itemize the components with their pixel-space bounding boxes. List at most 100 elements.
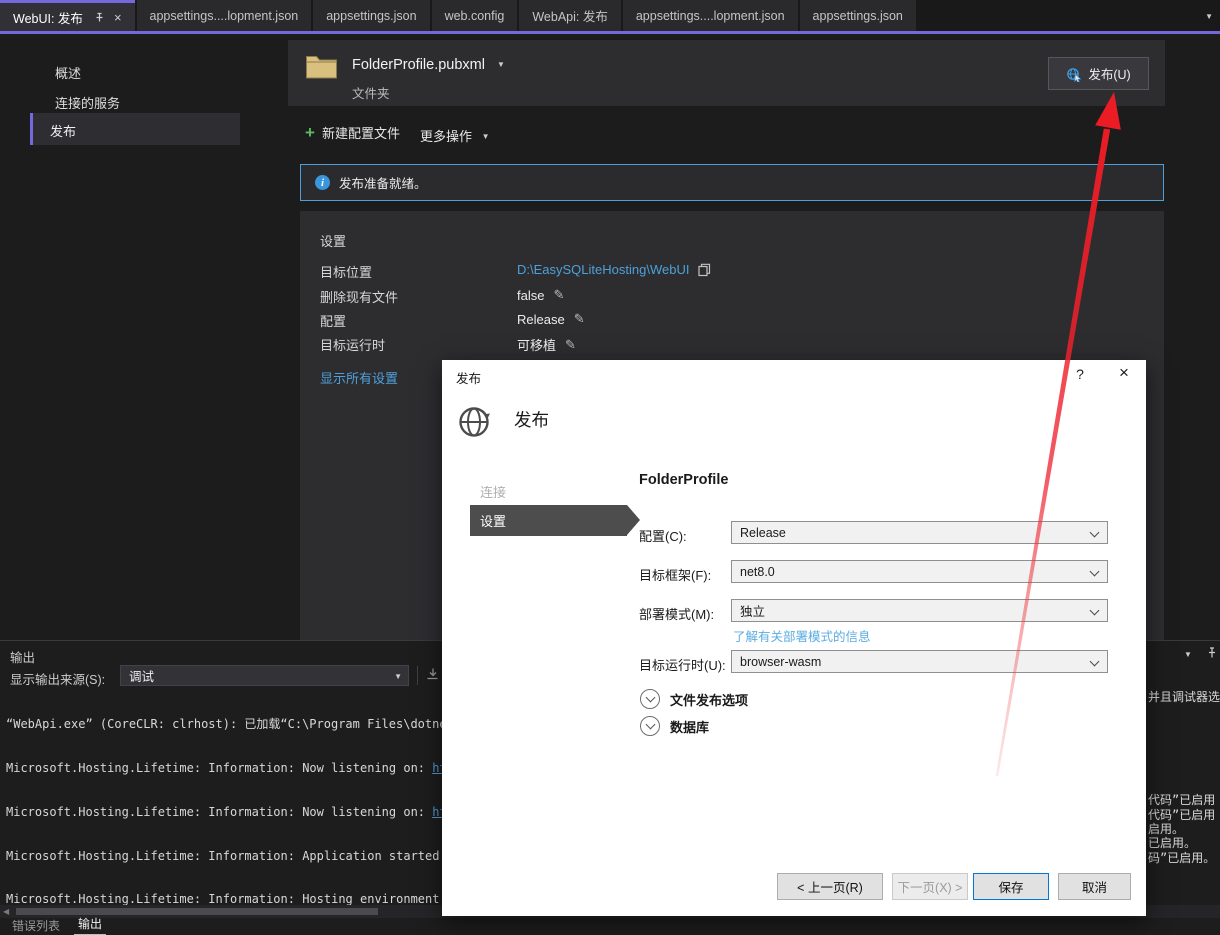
tab-label: appsettings....lopment.json xyxy=(636,9,785,23)
setting-label-configuration: 配置 xyxy=(320,311,346,330)
deployment-mode-info-link[interactable]: 了解有关部署模式的信息 xyxy=(733,626,871,645)
dialog-nav-settings[interactable]: 设置 xyxy=(470,505,627,536)
target-runtime-value: 可移植 xyxy=(517,335,556,354)
dialog-profile-heading: FolderProfile xyxy=(639,472,728,488)
output-source-value: 调试 xyxy=(129,666,154,685)
tab-webapi-publish[interactable]: WebApi: 发布 xyxy=(519,0,621,31)
folder-icon xyxy=(305,53,338,80)
tab-label: appsettings....lopment.json xyxy=(150,9,299,23)
chevron-down-icon: ▼ xyxy=(394,672,402,681)
scroll-left-icon[interactable]: ◀ xyxy=(3,907,9,916)
publish-profile-header: FolderProfile.pubxml ▼ 文件夹 发布(U) xyxy=(288,40,1165,106)
edit-pencil-icon[interactable]: ✎ xyxy=(565,337,576,353)
panel-menu-chevron-icon[interactable]: ▼ xyxy=(1184,650,1192,659)
setting-label-target-runtime: 目标运行时 xyxy=(320,335,385,354)
tab-appsettings-1[interactable]: appsettings.json xyxy=(313,0,429,31)
more-actions-label: 更多操作 xyxy=(420,129,472,144)
copy-icon[interactable] xyxy=(698,263,711,277)
close-icon[interactable]: × xyxy=(114,11,122,24)
visual-studio-window: WebUI: 发布 × appsettings....lopment.json … xyxy=(0,0,1220,935)
configuration-value: Release xyxy=(740,526,786,540)
setting-label-target-location: 目标位置 xyxy=(320,262,372,281)
edit-pencil-icon[interactable]: ✎ xyxy=(553,287,564,303)
profile-type-label: 文件夹 xyxy=(352,83,390,102)
close-icon[interactable]: × xyxy=(1112,363,1136,383)
target-location-link[interactable]: D:\EasySQLiteHosting\WebUI xyxy=(517,262,689,277)
target-framework-value: net8.0 xyxy=(740,565,775,579)
expander-label: 文件发布选项 xyxy=(670,690,748,709)
more-actions-dropdown[interactable]: 更多操作 ▼ xyxy=(420,126,490,145)
sidebar-item-publish-label: 发布 xyxy=(50,121,76,140)
new-profile-label: 新建配置文件 xyxy=(322,123,400,142)
field-label-target-framework: 目标框架(F): xyxy=(639,565,711,584)
tab-output[interactable]: 输出 xyxy=(74,914,106,935)
publish-status-bar: i 发布准备就绪。 xyxy=(300,164,1164,201)
tab-appsettings-development-2[interactable]: appsettings....lopment.json xyxy=(623,0,798,31)
accent-underline xyxy=(0,31,1220,34)
dialog-nav-settings-label: 设置 xyxy=(480,511,506,530)
show-all-settings-link[interactable]: 显示所有设置 xyxy=(320,368,398,387)
delete-existing-value: false xyxy=(517,288,544,303)
expander-label: 数据库 xyxy=(670,717,709,736)
info-icon: i xyxy=(315,175,330,190)
setting-value-target-runtime: 可移植 ✎ xyxy=(517,335,576,354)
save-button[interactable]: 保存 xyxy=(973,873,1049,900)
dialog-nav-connection[interactable]: 连接 xyxy=(480,482,506,501)
tab-webui-publish[interactable]: WebUI: 发布 × xyxy=(0,0,135,31)
tab-appsettings-development-1[interactable]: appsettings....lopment.json xyxy=(137,0,312,31)
profile-name-dropdown[interactable]: FolderProfile.pubxml ▼ xyxy=(352,57,505,73)
configuration-value: Release xyxy=(517,312,565,327)
output-panel-title: 输出 xyxy=(10,647,35,666)
next-page-button[interactable]: 下一页(X) > xyxy=(892,873,968,900)
autoscroll-icon[interactable] xyxy=(425,667,440,682)
target-framework-select[interactable]: net8.0 xyxy=(731,560,1108,583)
chevron-down-icon xyxy=(1090,606,1100,616)
tab-label: appsettings.json xyxy=(813,9,903,23)
publish-button-label: 发布(U) xyxy=(1088,64,1130,83)
sidebar-active-indicator xyxy=(30,113,33,145)
dialog-heading: 发布 xyxy=(514,407,549,432)
document-tab-bar: WebUI: 发布 × appsettings....lopment.json … xyxy=(0,0,1220,31)
field-label-configuration: 配置(C): xyxy=(639,526,687,545)
field-label-deployment-mode: 部署模式(M): xyxy=(639,604,714,623)
cancel-button[interactable]: 取消 xyxy=(1058,873,1131,900)
tab-error-list[interactable]: 错误列表 xyxy=(8,916,64,935)
expander-chevron-icon xyxy=(640,689,660,709)
target-runtime-select[interactable]: browser-wasm xyxy=(731,650,1108,673)
deployment-mode-value: 独立 xyxy=(740,601,765,620)
scrollbar-thumb[interactable] xyxy=(16,908,378,915)
bottom-panel-tabs: 错误列表 输出 xyxy=(0,918,1220,935)
chevron-down-icon xyxy=(1090,567,1100,577)
configuration-select[interactable]: Release xyxy=(731,521,1108,544)
expander-chevron-icon xyxy=(640,716,660,736)
output-source-label: 显示输出来源(S): xyxy=(10,669,105,688)
tab-appsettings-2[interactable]: appsettings.json xyxy=(800,0,916,31)
sidebar-item-overview[interactable]: 概述 xyxy=(55,63,81,82)
new-profile-button[interactable]: + 新建配置文件 xyxy=(305,123,400,142)
tab-web-config[interactable]: web.config xyxy=(432,0,518,31)
console-line-fragment: 并且调试器选 xyxy=(1148,688,1220,705)
previous-page-button[interactable]: < 上一页(R) xyxy=(777,873,883,900)
chevron-down-icon xyxy=(1090,657,1100,667)
field-label-target-runtime: 目标运行时(U): xyxy=(639,655,726,674)
pin-icon[interactable] xyxy=(94,12,105,23)
plus-icon: + xyxy=(305,124,315,141)
publish-button[interactable]: 发布(U) xyxy=(1048,57,1149,90)
output-source-select[interactable]: 调试 ▼ xyxy=(120,665,409,686)
setting-label-delete-existing: 删除现有文件 xyxy=(320,287,398,306)
globe-icon xyxy=(456,402,494,440)
setting-value-target-location: D:\EasySQLiteHosting\WebUI xyxy=(517,262,711,277)
deployment-mode-select[interactable]: 独立 xyxy=(731,599,1108,622)
status-message: 发布准备就绪。 xyxy=(339,173,427,192)
help-button[interactable]: ? xyxy=(1070,366,1090,382)
toolbar-separator xyxy=(417,666,418,685)
edit-pencil-icon[interactable]: ✎ xyxy=(574,311,585,327)
tab-label: web.config xyxy=(445,9,505,23)
sidebar-item-connected-services[interactable]: 连接的服务 xyxy=(55,93,120,112)
expander-file-publish-options[interactable]: 文件发布选项 xyxy=(640,689,748,709)
chevron-down-icon: ▼ xyxy=(497,60,505,69)
panel-pin-icon[interactable] xyxy=(1206,647,1218,659)
tab-overflow-chevron-icon[interactable]: ▼ xyxy=(1205,12,1213,21)
expander-database[interactable]: 数据库 xyxy=(640,716,709,736)
chevron-down-icon xyxy=(1090,528,1100,538)
